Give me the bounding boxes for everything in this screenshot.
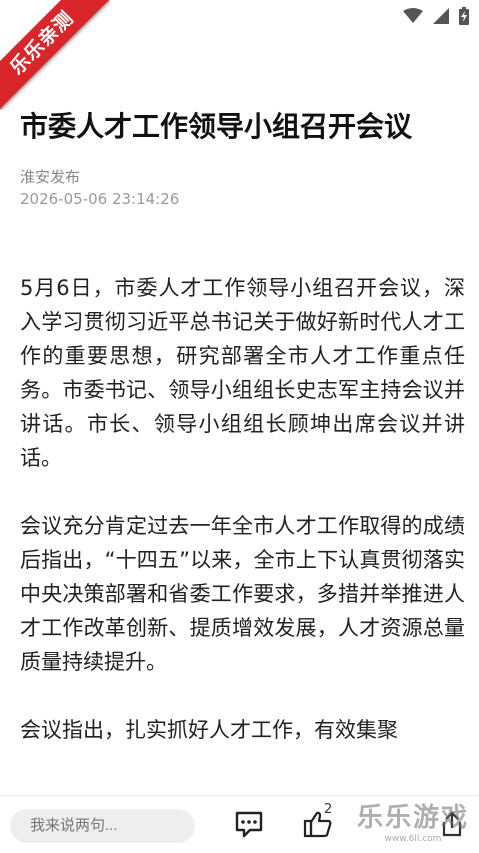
corner-banner: 乐乐亲测 <box>0 0 110 110</box>
watermark: 乐乐游戏 www.6ll.com <box>357 802 469 844</box>
watermark-url: www.6ll.com <box>384 834 442 844</box>
comment-input[interactable] <box>10 809 195 843</box>
watermark-logo: 乐乐游戏 <box>356 803 469 833</box>
article-source[interactable]: 淮安发布 <box>20 166 80 187</box>
signal-icon <box>433 8 449 24</box>
battery-icon <box>459 7 469 25</box>
comment-button[interactable] <box>234 810 264 842</box>
corner-ribbon-label: 乐乐亲测 <box>0 0 110 110</box>
article-body: 5月6日，市委人才工作领导小组召开会议，深入学习贯彻习近平总书记关于做好新时代人… <box>20 271 465 781</box>
article-datetime: 2026-05-06 23:14:26 <box>20 190 180 208</box>
article-paragraph: 5月6日，市委人才工作领导小组召开会议，深入学习贯彻习近平总书记关于做好新时代人… <box>20 276 465 470</box>
article-paragraph: 会议指出，扎实抓好人才工作，有效集聚 <box>20 718 398 742</box>
article-title: 市委人才工作领导小组召开会议 <box>20 110 413 143</box>
like-count: 2 <box>324 802 333 817</box>
wifi-icon <box>403 8 423 23</box>
comment-icon <box>235 811 263 838</box>
article-paragraph: 会议充分肯定过去一年全市人才工作取得的成绩后指出，“十四五”以来，全市上下认真贯… <box>20 514 465 674</box>
